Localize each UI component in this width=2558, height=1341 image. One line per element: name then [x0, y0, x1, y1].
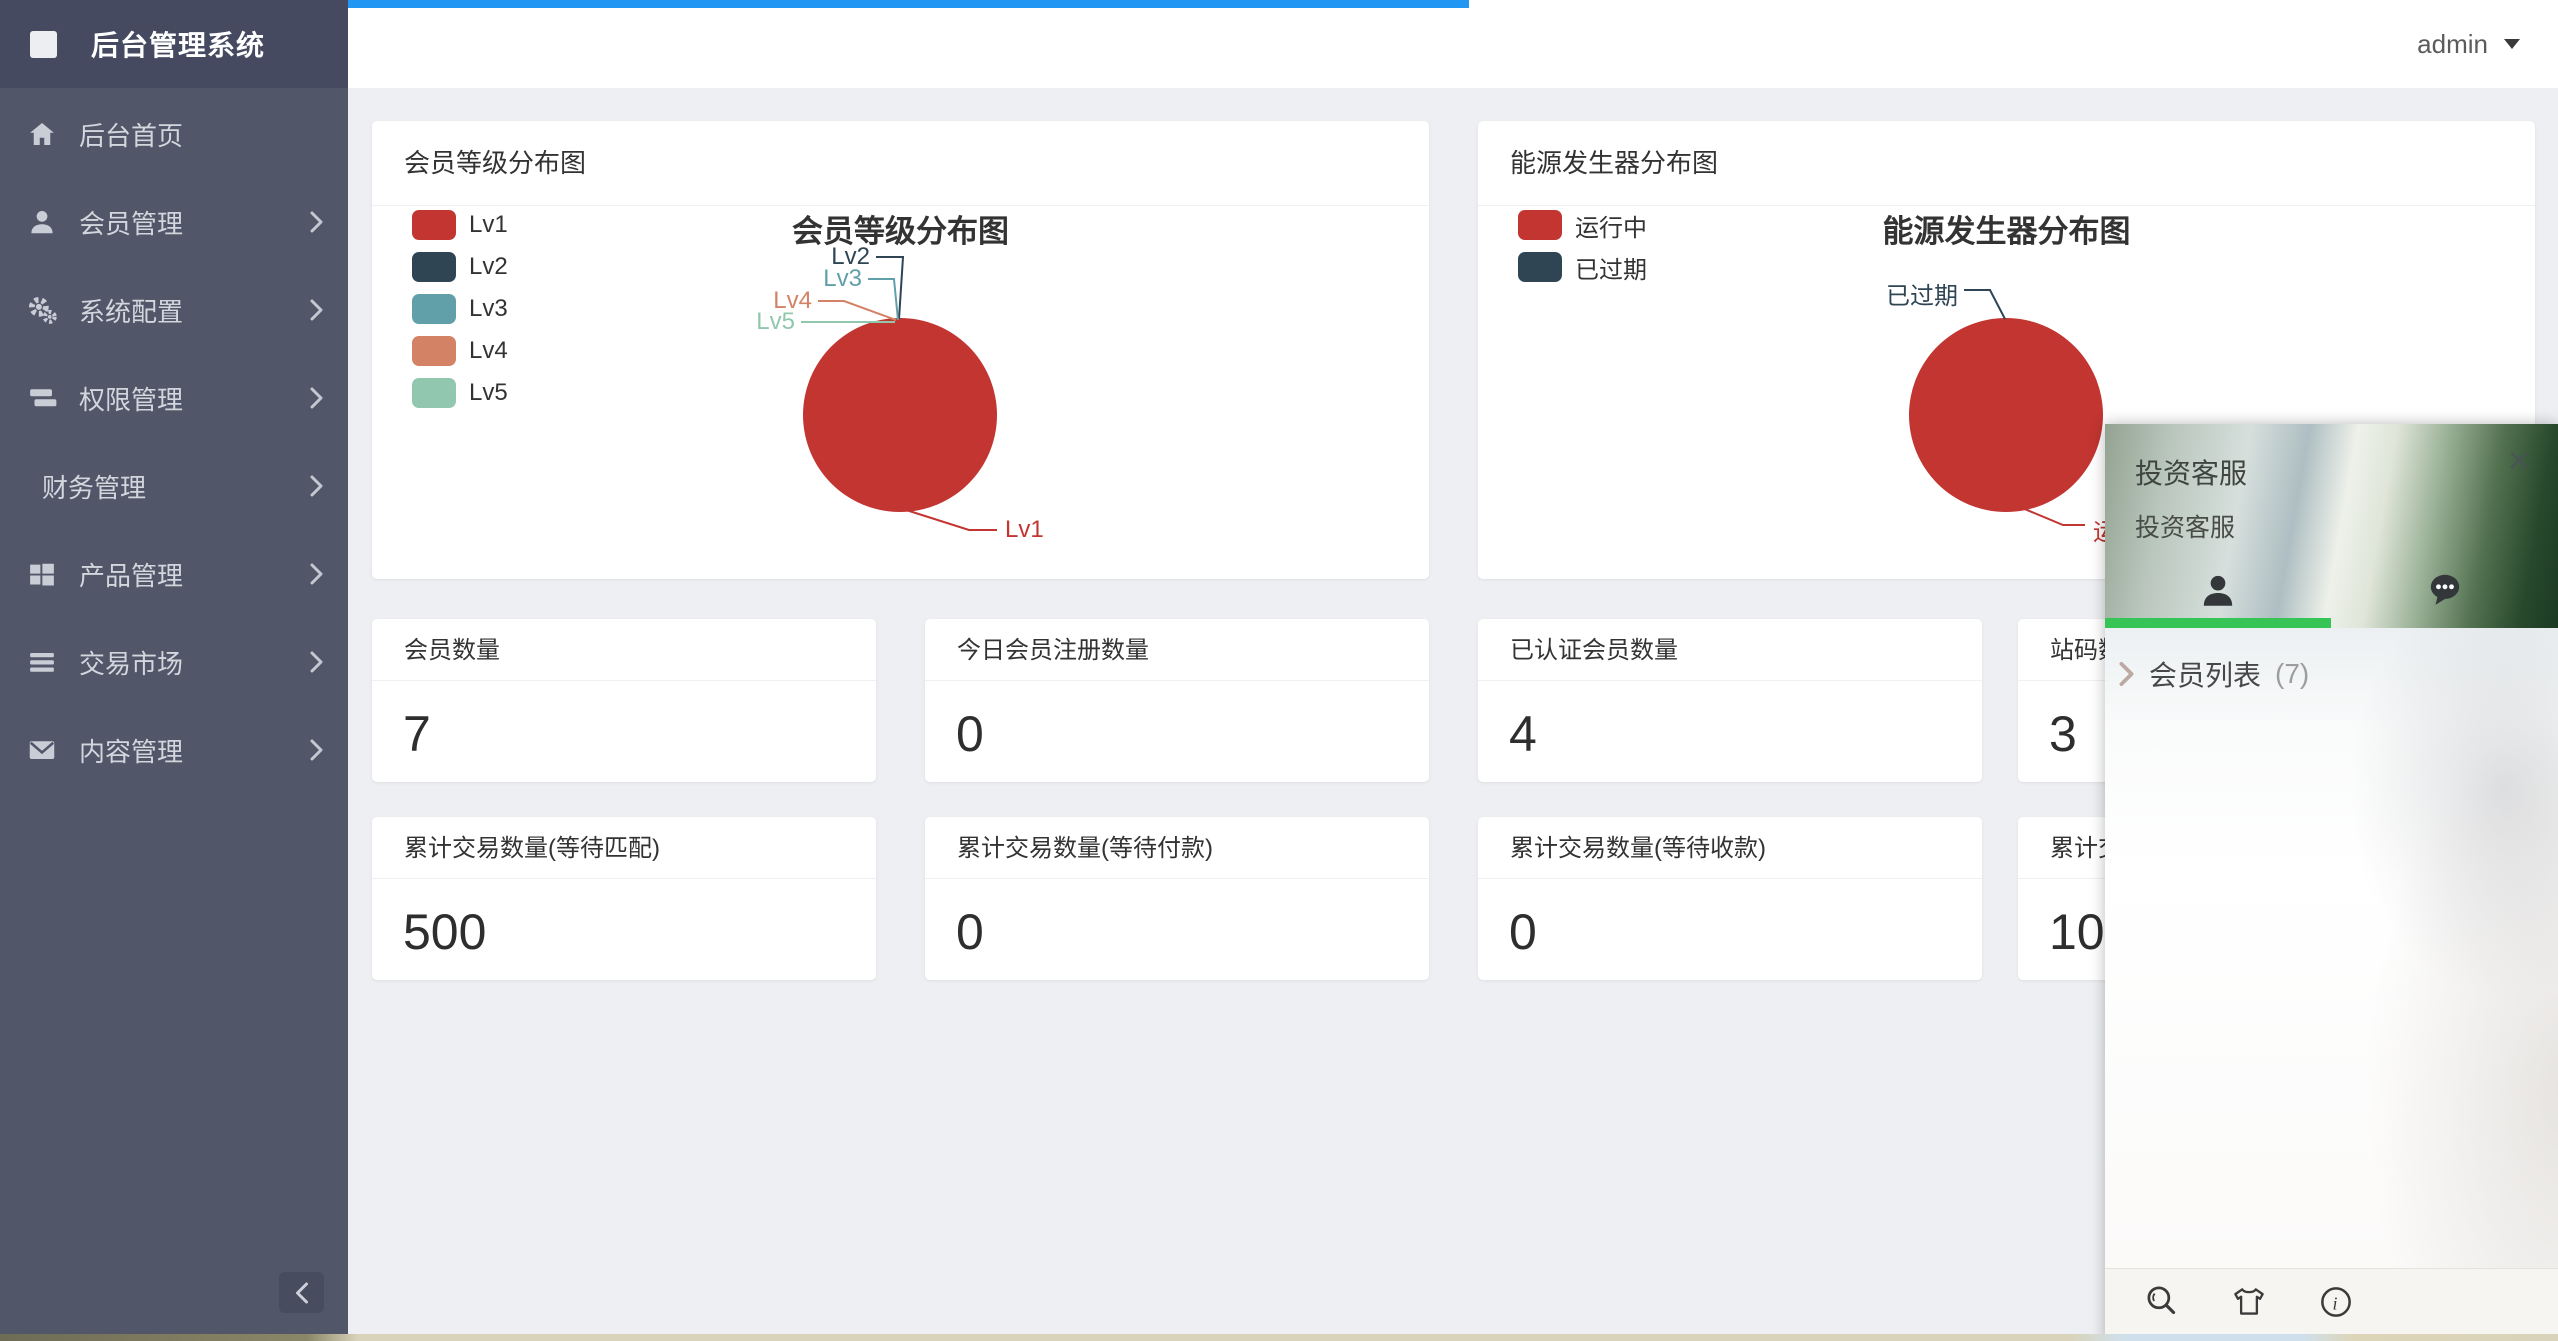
customer-service-widget: 投资客服 投资客服 × 会员列表 (7)	[2105, 424, 2558, 1341]
chat-header: 投资客服 投资客服 ×	[2105, 424, 2558, 628]
chat-subtitle: 投资客服	[2135, 508, 2235, 544]
sidebar-collapse-button[interactable]	[279, 1272, 324, 1313]
chart-title: 会员等级分布图	[372, 206, 1429, 251]
gears-icon	[25, 295, 59, 325]
legend-item[interactable]: Lv4	[412, 336, 508, 366]
chart-legend: 运行中 已过期	[1518, 210, 1647, 282]
stat-card-verified-members: 已认证会员数量 4	[1478, 619, 1982, 782]
member-list-count: (7)	[2275, 658, 2309, 690]
user-dropdown[interactable]: admin	[2417, 0, 2520, 88]
card-title: 能源发生器分布图	[1478, 121, 2535, 206]
legend-item[interactable]: 运行中	[1518, 210, 1647, 240]
legend-item[interactable]: Lv5	[412, 378, 508, 408]
stat-card-members: 会员数量 7	[372, 619, 876, 782]
pie-label: Lv3	[823, 265, 862, 293]
stat-card-trades-receiving: 累计交易数量(等待收款) 0	[1478, 817, 1982, 980]
search-icon[interactable]	[2141, 1281, 2183, 1323]
topbar	[348, 0, 2558, 88]
sidebar-item-products[interactable]: 产品管理	[0, 530, 348, 618]
legend-item[interactable]: 已过期	[1518, 252, 1647, 282]
pie-chart-member-level[interactable]	[803, 318, 997, 512]
chevron-left-icon	[294, 1281, 310, 1305]
sidebar: 后台管理系统 后台首页 会员管理	[0, 0, 348, 1341]
member-list-label: 会员列表	[2149, 654, 2261, 694]
stat-card-today-registered: 今日会员注册数量 0	[925, 619, 1429, 782]
stat-value: 7	[372, 681, 876, 763]
info-icon[interactable]: i	[2315, 1281, 2357, 1323]
pie-label: 已过期	[1886, 276, 1958, 311]
legend-item[interactable]: Lv3	[412, 294, 508, 324]
chevron-right-icon	[2118, 660, 2135, 688]
member-level-chart-card: 会员等级分布图 会员等级分布图 Lv1 Lv2 Lv3 Lv4 Lv5 Lv2 …	[372, 121, 1429, 579]
pie-label: Lv1	[1005, 516, 1044, 544]
stat-value: 0	[1478, 879, 1982, 961]
chat-title: 投资客服	[2135, 452, 2247, 492]
windows-icon	[25, 559, 59, 589]
app-logo-icon	[30, 31, 57, 58]
legend-swatch	[1518, 210, 1562, 240]
home-icon	[25, 119, 59, 149]
legend-swatch	[412, 294, 456, 324]
chevron-right-icon	[309, 738, 324, 762]
legend-swatch	[412, 210, 456, 240]
chevron-right-icon	[309, 562, 324, 586]
sidebar-item-content[interactable]: 内容管理	[0, 706, 348, 794]
chevron-right-icon	[309, 298, 324, 322]
sidebar-item-market[interactable]: 交易市场	[0, 618, 348, 706]
stat-value: 0	[925, 681, 1429, 763]
card-title: 会员等级分布图	[372, 121, 1429, 206]
chevron-right-icon	[309, 210, 324, 234]
shirt-icon[interactable]	[2227, 1281, 2271, 1323]
sidebar-item-finance[interactable]: 财务管理	[0, 442, 348, 530]
legend-swatch	[412, 336, 456, 366]
mail-icon	[25, 735, 59, 765]
pie-label: Lv5	[756, 308, 795, 336]
person-icon	[2197, 569, 2239, 611]
chevron-right-icon	[309, 474, 324, 498]
stat-card-trades-paying: 累计交易数量(等待付款) 0	[925, 817, 1429, 980]
stat-card-trades-matching: 累计交易数量(等待匹配) 500	[372, 817, 876, 980]
stat-value: 4	[1478, 681, 1982, 763]
user-icon	[25, 207, 59, 237]
close-icon[interactable]: ×	[2508, 442, 2530, 480]
tab-messages[interactable]	[2332, 562, 2558, 618]
legend-swatch	[412, 252, 456, 282]
stat-value: 500	[372, 879, 876, 961]
legend-swatch	[1518, 252, 1562, 282]
sidebar-header: 后台管理系统	[0, 0, 348, 88]
legend-swatch	[412, 378, 456, 408]
username: admin	[2417, 29, 2488, 60]
tab-contacts[interactable]	[2105, 562, 2331, 618]
svg-text:i: i	[2332, 1293, 2337, 1313]
stat-value: 0	[925, 879, 1429, 961]
sidebar-item-members[interactable]: 会员管理	[0, 178, 348, 266]
chat-footer: i	[2105, 1268, 2558, 1335]
chart-legend: Lv1 Lv2 Lv3 Lv4 Lv5	[412, 210, 508, 408]
menu-bars-icon	[25, 647, 59, 677]
chat-body: 会员列表 (7)	[2105, 628, 2558, 1268]
sidebar-item-permissions[interactable]: 权限管理	[0, 354, 348, 442]
sidebar-item-home[interactable]: 后台首页	[0, 90, 348, 178]
chevron-right-icon	[309, 650, 324, 674]
active-tab-indicator	[2105, 618, 2331, 628]
chat-tabs	[2105, 562, 2558, 618]
dashboard-screen: admin 后台管理系统 后台首页 会员管理	[0, 0, 2558, 1341]
pie-chart-energy[interactable]	[1909, 318, 2103, 512]
caret-down-icon	[2504, 39, 2520, 49]
loading-progress-bar	[348, 0, 1469, 8]
sidebar-item-system-config[interactable]: 系统配置	[0, 266, 348, 354]
app-title: 后台管理系统	[91, 24, 265, 64]
bottom-edge-strip	[0, 1334, 2558, 1341]
member-list-toggle[interactable]: 会员列表 (7)	[2118, 654, 2309, 694]
legend-item[interactable]: Lv1	[412, 210, 508, 240]
chat-bubble-icon	[2423, 569, 2467, 611]
sidebar-menu: 后台首页 会员管理 系统配置	[0, 90, 348, 794]
chevron-right-icon	[309, 386, 324, 410]
legend-item[interactable]: Lv2	[412, 252, 508, 282]
server-icon	[25, 383, 59, 413]
